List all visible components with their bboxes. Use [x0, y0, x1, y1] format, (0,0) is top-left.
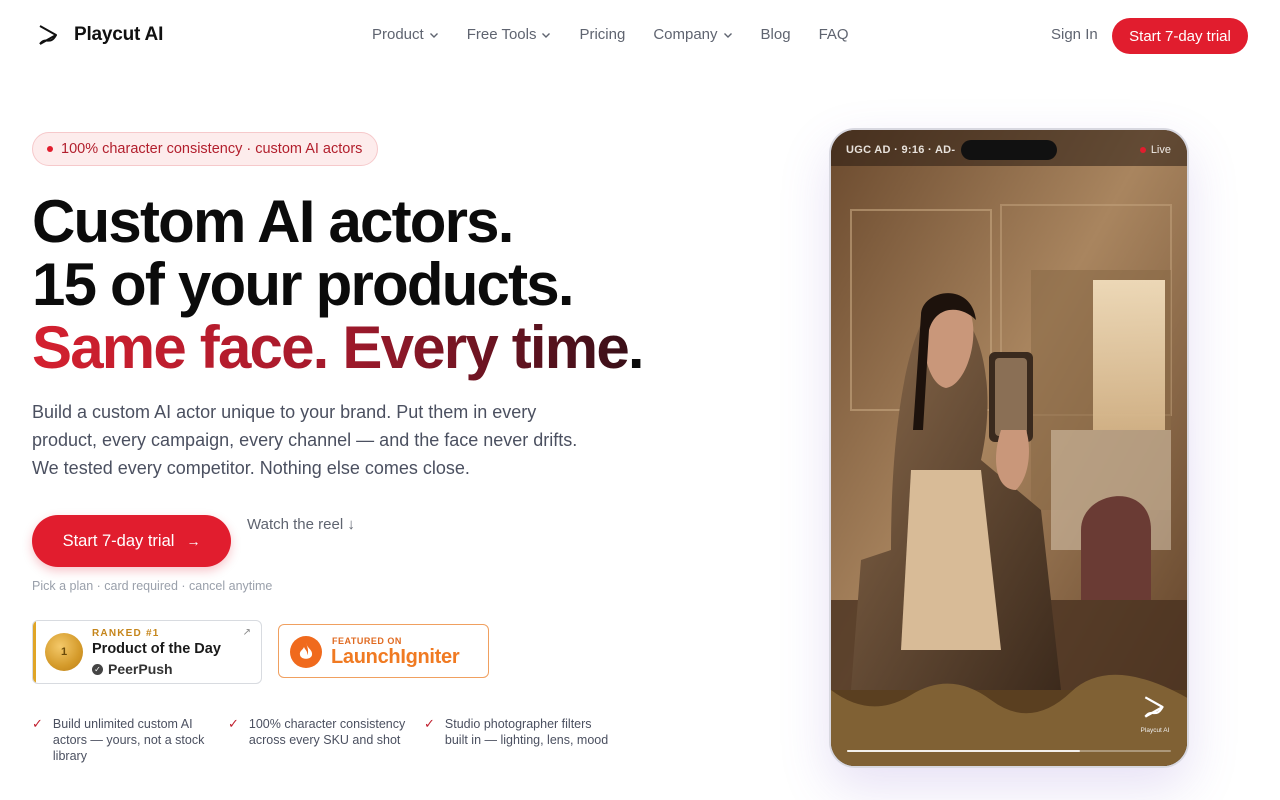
sign-in-link[interactable]: Sign In [1051, 26, 1098, 43]
main-menu: Product Free Tools Pricing Company Blog … [372, 26, 877, 43]
feature-item: ✓ 100% character consistency across ever… [228, 716, 418, 748]
menu-item-label: FAQ [818, 26, 849, 43]
watermark: Playcut AI [1139, 693, 1171, 734]
headline-period: . [627, 314, 645, 381]
live-dot-icon [1139, 147, 1146, 153]
fine-print: Pick a plan · card required · cancel any… [32, 579, 273, 593]
menu-item-pricing[interactable]: Pricing [579, 26, 625, 43]
external-link-icon: ↗ [242, 627, 251, 638]
hero-headline: Custom AI actors. 15 of your products. S… [32, 188, 645, 381]
launchigniter-badge[interactable]: FEATURED ON LaunchIgniter [278, 624, 489, 678]
menu-item-faq[interactable]: FAQ [819, 26, 849, 43]
ugc-video-frame [831, 130, 1187, 766]
feature-item: ✓ Build unlimited custom AI actors — you… [32, 716, 222, 764]
menu-item-blog[interactable]: Blog [761, 26, 791, 43]
headline-accent-text: Same face. Every time [32, 314, 630, 381]
menu-item-company[interactable]: Company [653, 26, 732, 43]
cta-label: Start 7-day trial [62, 531, 175, 550]
menu-item-label: Company [653, 26, 718, 43]
hero-subtitle: Build a custom AI actor unique to your b… [32, 402, 578, 478]
menu-item-product[interactable]: Product [372, 26, 439, 43]
launchigniter-name: LaunchIgniter [331, 646, 460, 668]
medal-icon: 1 [45, 633, 83, 671]
menu-item-label: Free Tools [466, 26, 537, 43]
playcut-logo-icon [39, 25, 57, 45]
feature-text: Build unlimited custom AI actors — yours… [52, 717, 205, 763]
nav-start-trial-button[interactable]: Start 7-day trial [1112, 18, 1248, 54]
menu-item-label: Pricing [579, 26, 626, 43]
menu-item-label: Product [372, 26, 424, 43]
peerpush-award-badge[interactable]: 1 RANKED #1 Product of the Day ✓ PeerPus… [32, 620, 262, 684]
arrow-right-icon: → [186, 533, 201, 549]
video-progress-bar[interactable] [847, 750, 1171, 752]
menu-item-free-tools[interactable]: Free Tools [467, 26, 552, 43]
check-icon: ✓ [32, 716, 43, 731]
hero-badge: 100% character consistency · custom AI a… [32, 132, 379, 166]
award-rank: RANKED #1 [92, 628, 160, 639]
award-title: Product of the Day [92, 641, 221, 657]
phone-notch [961, 140, 1057, 160]
badge-text: 100% character consistency · custom AI a… [61, 141, 363, 157]
award-accent-bar [33, 621, 36, 683]
feature-item: ✓ Studio photographer filters built in —… [424, 716, 614, 748]
chevron-down-icon [429, 32, 438, 38]
hero-start-trial-button[interactable]: Start 7-day trial → [32, 515, 231, 567]
award-brand: ✓ PeerPush [92, 661, 173, 677]
medal-number: 1 [60, 646, 68, 658]
live-indicator: Live [1139, 144, 1171, 156]
video-meta: UGC AD · 9:16 · AD- [846, 144, 956, 156]
video-progress-fill [847, 750, 1081, 752]
flame-glyph-icon [299, 643, 313, 659]
chevron-down-icon [542, 32, 551, 38]
feature-text: Studio photographer filters built in — l… [444, 717, 609, 747]
watermark-text: Playcut AI [1140, 727, 1170, 734]
brand-logo[interactable]: Playcut AI [36, 22, 163, 48]
featured-on-label: FEATURED ON [332, 636, 402, 646]
feature-text: 100% character consistency across every … [248, 717, 406, 747]
phone-video-preview[interactable]: UGC AD · 9:16 · AD- Live Playcut AI [829, 128, 1189, 768]
check-icon: ✓ [424, 716, 435, 731]
top-nav: Playcut AI Product Free Tools Pricing Co… [0, 0, 1280, 72]
live-label: Live [1150, 144, 1171, 156]
brand-name: Playcut AI [74, 24, 164, 45]
menu-item-label: Blog [760, 26, 791, 43]
headline-line-3: Same face. Every time. [32, 314, 645, 381]
flame-icon [290, 636, 322, 668]
badge-dot-icon [47, 146, 53, 152]
chevron-down-icon [723, 32, 732, 38]
playcut-watermark-icon [1144, 696, 1164, 718]
verified-check-icon: ✓ [92, 663, 103, 675]
check-icon: ✓ [228, 716, 239, 731]
headline-line-2: 15 of your products. [32, 251, 575, 318]
award-brand-name: PeerPush [108, 661, 173, 677]
headline-line-1: Custom AI actors. [32, 188, 514, 255]
watch-reel-link[interactable]: Watch the reel ↓ [247, 516, 355, 533]
